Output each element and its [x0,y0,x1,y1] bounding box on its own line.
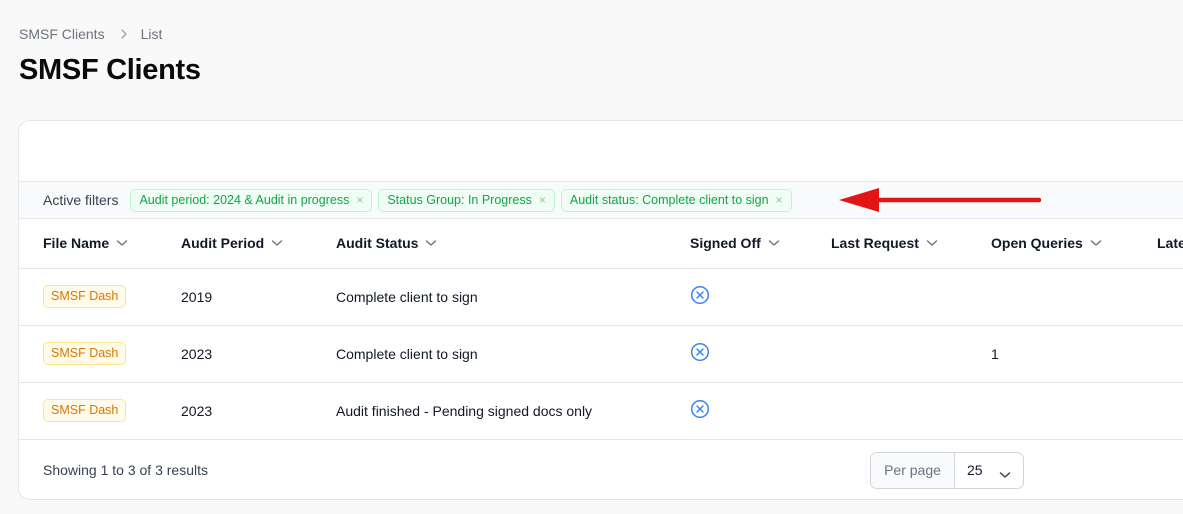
cell-last-request [831,268,991,326]
per-page-control: Per page 25 [870,451,1024,489]
breadcrumb-root-link[interactable]: SMSF Clients [19,26,105,42]
chevron-down-icon [1090,239,1102,247]
cell-audit-status: Complete client to sign [336,325,690,383]
file-name-badge[interactable]: SMSF Dash [43,342,127,365]
table-header-row: File Name Audit Period Audit Status Sign… [19,219,1183,269]
remove-filter-icon[interactable]: × [776,193,783,207]
table-row[interactable]: SMSF Dash 2023 Audit finished - Pending … [19,382,1183,440]
cell-open-queries [991,382,1157,440]
chevron-down-icon [271,239,283,247]
breadcrumb: SMSF Clients List [19,26,162,42]
chevron-right-icon [119,29,129,39]
cell-audit-period: 2023 [181,325,336,383]
cell-audit-period: 2023 [181,382,336,440]
clients-table-card: Active filters Audit period: 2024 & Audi… [18,120,1183,500]
column-header-label: Audit Period [181,235,265,252]
per-page-label: Per page [871,452,955,488]
table-row[interactable]: SMSF Dash 2019 Complete client to sign [19,268,1183,326]
cell-late [1157,325,1183,383]
cell-late [1157,382,1183,440]
active-filters-label: Active filters [43,192,119,208]
chevron-down-icon [999,466,1011,482]
cell-file-name: SMSF Dash [19,382,181,440]
cell-late [1157,268,1183,326]
column-header-open-queries[interactable]: Open Queries [991,219,1157,269]
chevron-down-icon [425,239,437,247]
table-row[interactable]: SMSF Dash 2023 Complete client to sign 1 [19,325,1183,383]
cell-signed-off [690,325,831,383]
filter-chip-label: Audit status: Complete client to sign [569,193,769,207]
column-header-label: Audit Status [336,235,419,252]
clients-table: File Name Audit Period Audit Status Sign… [19,219,1183,440]
column-header-audit-period[interactable]: Audit Period [181,219,336,269]
cell-signed-off [690,382,831,440]
cell-last-request [831,382,991,440]
x-circle-icon [690,342,710,362]
x-circle-icon [690,399,710,419]
cell-last-request [831,325,991,383]
cell-signed-off [690,268,831,326]
cell-audit-status: Audit finished - Pending signed docs onl… [336,382,690,440]
remove-filter-icon[interactable]: × [539,193,546,207]
remove-filter-icon[interactable]: × [356,193,363,207]
column-header-label: Signed Off [690,235,761,252]
column-header-label: Late [1157,235,1183,252]
chevron-down-icon [926,239,938,247]
cell-audit-period: 2019 [181,268,336,326]
cell-open-queries: 1 [991,325,1157,383]
column-header-last-request[interactable]: Last Request [831,219,991,269]
filter-chip-label: Audit period: 2024 & Audit in progress [139,193,350,207]
results-summary: Showing 1 to 3 of 3 results [43,461,208,478]
pagination-footer: Showing 1 to 3 of 3 results Per page 25 [19,440,1183,500]
cell-file-name: SMSF Dash [19,268,181,326]
cell-open-queries [991,268,1157,326]
table-toolbar [19,121,1183,182]
page-title: SMSF Clients [19,54,201,86]
per-page-select[interactable]: 25 [955,453,1023,488]
filter-chip-status-group: Status Group: In Progress × [378,188,555,212]
breadcrumb-current: List [140,26,163,42]
column-header-label: Open Queries [991,235,1083,252]
file-name-badge[interactable]: SMSF Dash [43,399,127,422]
column-header-late[interactable]: Late [1157,219,1183,269]
chevron-down-icon [116,239,128,247]
cell-file-name: SMSF Dash [19,325,181,383]
file-name-badge[interactable]: SMSF Dash [43,285,127,308]
filter-chip-audit-status: Audit status: Complete client to sign × [560,188,792,212]
column-header-label: Last Request [831,235,919,252]
active-filters-bar: Active filters Audit period: 2024 & Audi… [19,182,1183,219]
cell-audit-status: Complete client to sign [336,268,690,326]
chevron-down-icon [768,239,780,247]
column-header-signed-off[interactable]: Signed Off [690,219,831,269]
x-circle-icon [690,285,710,305]
column-header-label: File Name [43,235,110,252]
annotation-arrow-icon [839,188,1041,212]
filter-chip-audit-period: Audit period: 2024 & Audit in progress × [130,188,373,212]
column-header-file-name[interactable]: File Name [19,219,181,269]
filter-chip-label: Status Group: In Progress [387,193,532,207]
column-header-audit-status[interactable]: Audit Status [336,219,690,269]
per-page-value: 25 [967,462,983,478]
